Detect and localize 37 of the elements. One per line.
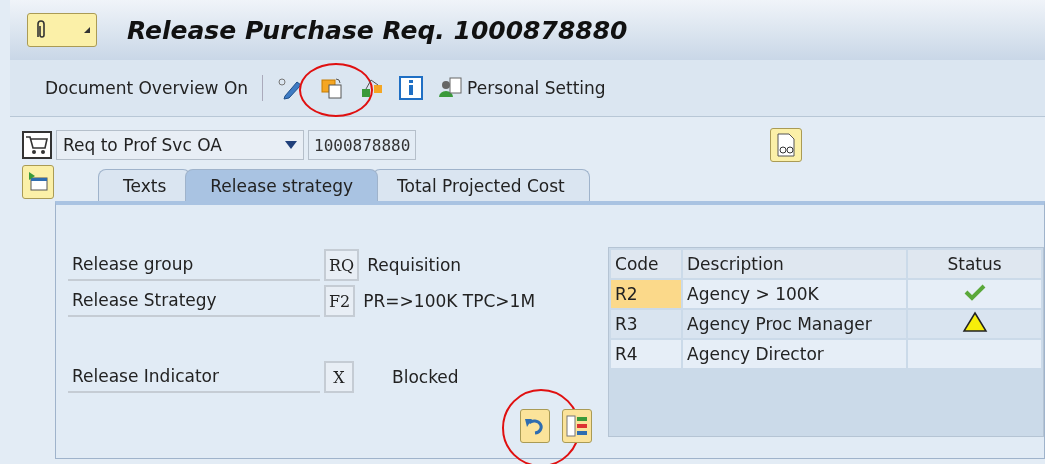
paperclip-icon: [34, 19, 48, 41]
code-field: X: [324, 361, 354, 393]
code-field: F2: [324, 285, 356, 317]
display-document-icon[interactable]: [770, 128, 803, 162]
table-cell[interactable]: R4: [611, 340, 681, 368]
field-value: Blocked: [392, 367, 459, 387]
caret-icon: [84, 27, 90, 33]
field-label: Release Strategy: [68, 285, 320, 317]
code-field: RQ: [324, 249, 360, 281]
dropdown-caret-icon: [285, 141, 297, 149]
tab[interactable]: Release strategy: [185, 169, 378, 201]
table-cell: Agency Director: [683, 340, 906, 368]
expand-header-icon[interactable]: [22, 165, 54, 199]
undo-button[interactable]: [520, 409, 550, 443]
system-menu-button[interactable]: [27, 13, 97, 47]
table-cell[interactable]: R2: [611, 280, 681, 308]
table-cell: Agency > 100K: [683, 280, 906, 308]
cart-icon: [22, 131, 52, 159]
personal-setting-button[interactable]: Personal Setting: [437, 75, 606, 101]
table-cell: Agency Proc Manager: [683, 310, 906, 338]
checkmark-icon: [963, 283, 986, 301]
list-button[interactable]: [562, 409, 592, 443]
field-value: PR=>100K TPC>1M: [363, 291, 536, 311]
document-overview-button[interactable]: Document Overview On: [45, 78, 249, 98]
document-number-field[interactable]: 1000878880: [308, 130, 417, 160]
table-cell[interactable]: R3: [611, 310, 681, 338]
info-icon[interactable]: [399, 76, 424, 100]
list-icon: [565, 413, 589, 439]
column-header: Status: [908, 250, 1041, 278]
column-header: Description: [683, 250, 906, 278]
warning-triangle-icon: [961, 311, 988, 333]
field-value: Requisition: [367, 255, 462, 275]
document-type-dropdown[interactable]: Req to Prof Svc OA: [56, 130, 304, 160]
field-label: Release group: [68, 249, 320, 281]
window-title: Release Purchase Req. 1000878880: [127, 15, 628, 45]
column-header: Code: [611, 250, 681, 278]
field-label: Release Indicator: [68, 361, 320, 393]
